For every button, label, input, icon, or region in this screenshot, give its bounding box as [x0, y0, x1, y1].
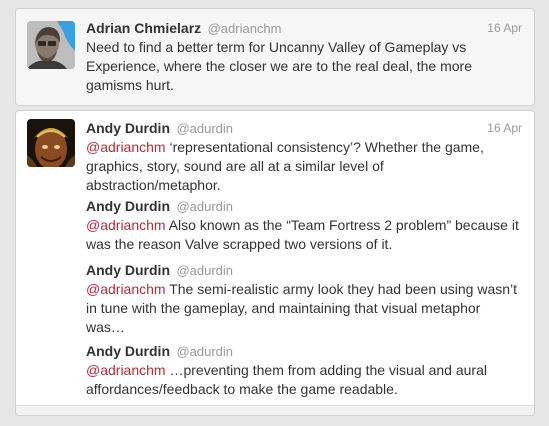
- author-handle[interactable]: @adurdin: [176, 199, 233, 214]
- tweet-header: Andy Durdin @adurdin: [86, 342, 522, 360]
- mention-link[interactable]: @adrianchm: [86, 139, 166, 155]
- tweet-body: Need to find a better term for Uncanny V…: [86, 39, 472, 93]
- author-handle[interactable]: @adurdin: [176, 263, 233, 278]
- replies-card: Andy Durdin @adurdin 16 Apr @adrianchm ‘…: [15, 110, 535, 416]
- tweet-header: Adrian Chmielarz @adrianchm 16 Apr: [86, 19, 522, 37]
- reply-tweet: Andy Durdin @adurdin @adrianchm Also kno…: [86, 197, 522, 254]
- tweet-text: @adrianchm Also known as the “Team Fortr…: [86, 216, 522, 254]
- author-name[interactable]: Andy Durdin: [86, 120, 170, 136]
- original-tweet-card: Adrian Chmielarz @adrianchm 16 Apr Need …: [15, 8, 535, 106]
- tweet-date[interactable]: 16 Apr: [487, 119, 522, 137]
- mention-link[interactable]: @adrianchm: [86, 362, 166, 378]
- author-name[interactable]: Adrian Chmielarz: [86, 20, 201, 36]
- author-handle[interactable]: @adurdin: [176, 121, 233, 136]
- tweet-date[interactable]: 16 Apr: [487, 19, 522, 37]
- mention-link[interactable]: @adrianchm: [86, 217, 166, 233]
- reply-tweet: Andy Durdin @adurdin @adrianchm …prevent…: [86, 342, 522, 399]
- tweet: Adrian Chmielarz @adrianchm 16 Apr Need …: [86, 19, 522, 95]
- card-footer: [16, 405, 534, 415]
- reply-tweet: Andy Durdin @adurdin @adrianchm The semi…: [86, 261, 522, 337]
- mention-link[interactable]: @adrianchm: [86, 281, 166, 297]
- avatar[interactable]: [27, 119, 75, 167]
- author-handle[interactable]: @adrianchm: [208, 21, 282, 36]
- author-name[interactable]: Andy Durdin: [86, 343, 170, 359]
- tweet-text: @adrianchm …preventing them from adding …: [86, 361, 522, 399]
- tweet-header: Andy Durdin @adurdin 16 Apr: [86, 119, 522, 137]
- tweet-text: @adrianchm ‘representational consistency…: [86, 138, 522, 195]
- tweet-text: @adrianchm The semi-realistic army look …: [86, 280, 522, 337]
- tweet-header: Andy Durdin @adurdin: [86, 197, 522, 215]
- author-name[interactable]: Andy Durdin: [86, 262, 170, 278]
- tweet-header: Andy Durdin @adurdin: [86, 261, 522, 279]
- reply-tweet: Andy Durdin @adurdin 16 Apr @adrianchm ‘…: [86, 119, 522, 195]
- author-handle[interactable]: @adurdin: [176, 344, 233, 359]
- tweet-text: Need to find a better term for Uncanny V…: [86, 38, 522, 95]
- avatar[interactable]: [27, 21, 75, 69]
- author-name[interactable]: Andy Durdin: [86, 198, 170, 214]
